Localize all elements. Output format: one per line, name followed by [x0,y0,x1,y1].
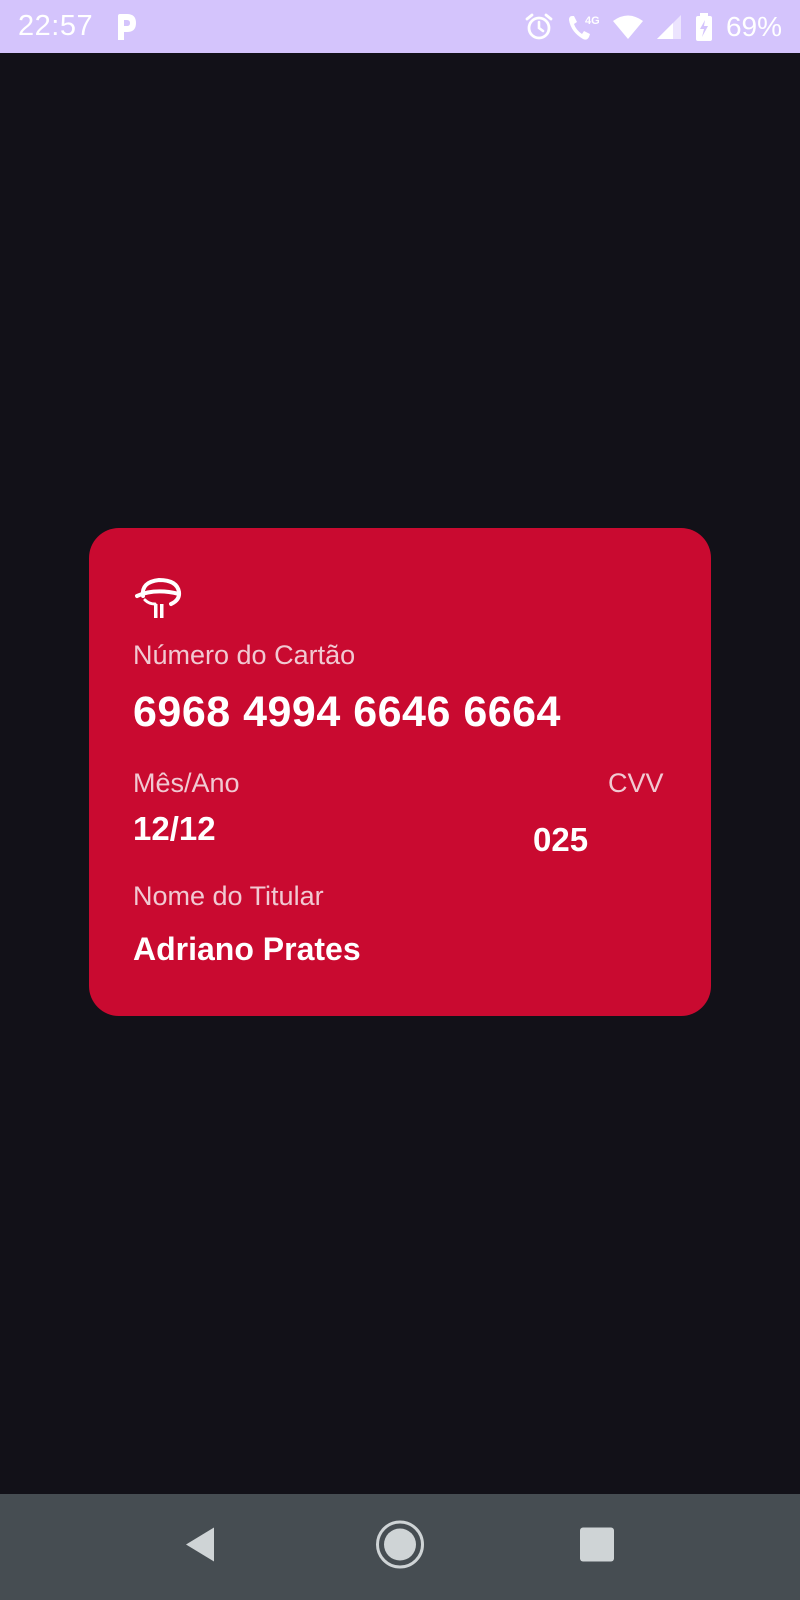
status-right: 4G 69% [524,11,782,43]
parking-app-icon [113,12,139,42]
cvv-value: 025 [533,821,589,858]
alarm-icon [524,12,554,42]
status-time: 22:57 [18,10,94,42]
bank-logo-icon [133,574,183,624]
battery-percent: 69% [725,10,782,42]
recents-icon [579,1527,615,1568]
network-type-label: 4G [585,15,600,27]
status-left: 22:57 [18,10,139,43]
expiry-value: 12/12 [133,810,216,847]
recents-button[interactable] [579,1527,615,1568]
back-button[interactable] [183,1526,217,1569]
navigation-bar [0,1494,800,1600]
credit-card: Número do Cartão 6968 4994 6646 6664 Mês… [89,528,711,1016]
back-icon [183,1526,217,1569]
holder-label: Nome do Titular [133,881,324,911]
battery-charging-icon [694,12,714,42]
wifi-calling-icon: 4G [566,12,600,42]
status-bar: 22:57 4G 69% [0,0,800,53]
cell-signal-icon [656,14,682,40]
expiry-label: Mês/Ano [133,768,240,798]
home-icon [374,1519,426,1576]
holder-name: Adriano Prates [133,931,361,967]
card-number-label: Número do Cartão [133,640,356,670]
card-number: 6968 4994 6646 6664 [133,688,561,736]
cvv-label: CVV [608,768,664,798]
wifi-icon [612,14,644,40]
home-button[interactable] [374,1519,426,1576]
